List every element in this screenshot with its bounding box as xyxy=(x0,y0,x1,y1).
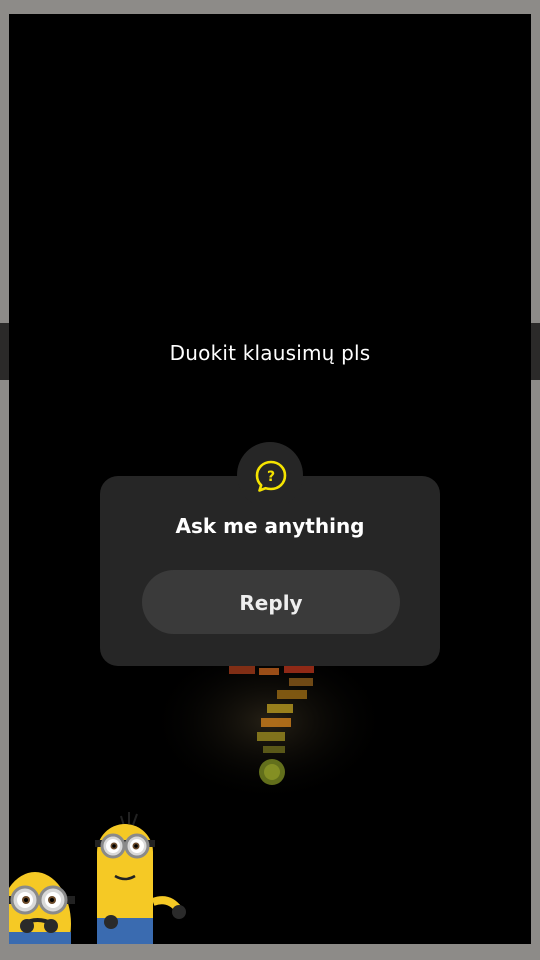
minion-left xyxy=(9,872,75,944)
story-frame: Duokit klausimų pls ? Ask me anything Re… xyxy=(0,0,540,960)
question-bubble-icon: ? xyxy=(255,460,287,492)
svg-text:?: ? xyxy=(267,469,275,485)
minion-right xyxy=(95,812,186,944)
right-edge-band xyxy=(530,323,540,380)
question-mark-word-cloud xyxy=(159,654,379,804)
story-screen[interactable]: Duokit klausimų pls ? Ask me anything Re… xyxy=(9,14,531,944)
story-caption: Duokit klausimų pls xyxy=(169,341,371,365)
question-title: Ask me anything xyxy=(175,514,365,538)
reply-button[interactable]: Reply xyxy=(142,570,400,634)
